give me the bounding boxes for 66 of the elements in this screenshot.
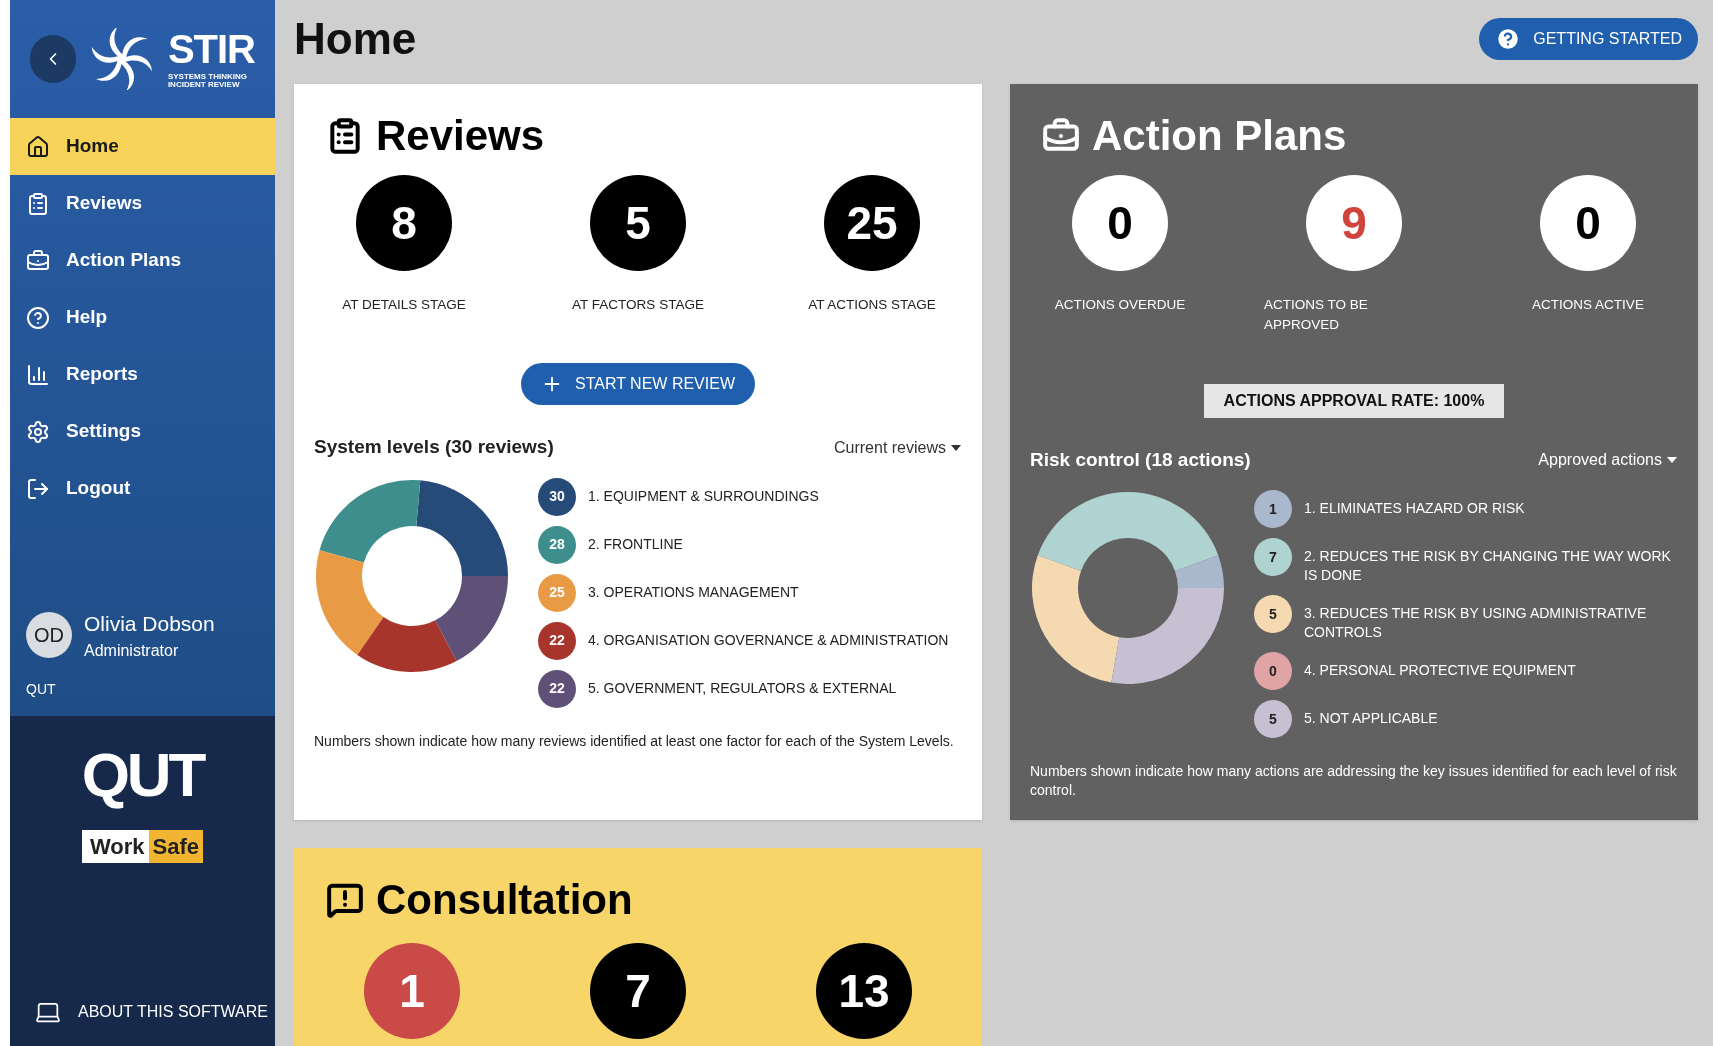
card-title: Reviews <box>376 111 545 161</box>
section-heading: System levels (30 reviews) <box>314 435 554 460</box>
legend-label: 4. ORGANISATION GOVERNANCE & ADMINISTRATION <box>588 630 949 650</box>
clipboard-icon <box>26 191 50 216</box>
user-avatar: OD <box>26 612 72 659</box>
worksafe-logo: Work Safe <box>81 830 204 863</box>
count-badge: 0 <box>1254 652 1292 690</box>
getting-started-button[interactable]: GETTING STARTED <box>1479 18 1698 60</box>
card-title: Action Plans <box>1092 111 1347 161</box>
nav-item[interactable]: Logout <box>10 460 275 517</box>
legend-label: 3. OPERATIONS MANAGEMENT <box>588 582 799 602</box>
legend-label: 5. GOVERNMENT, REGULATORS & EXTERNAL <box>588 678 897 698</box>
legend-label: 1. EQUIPMENT & SURROUNDINGS <box>588 486 819 506</box>
home-icon <box>26 134 50 159</box>
nav-item[interactable]: Help <box>10 289 275 346</box>
help-icon <box>26 305 50 330</box>
user-role: Administrator <box>84 641 180 661</box>
count-badge: 30 <box>538 477 576 516</box>
count-badge: 25 <box>538 573 576 612</box>
count-badge: 5 <box>1254 700 1292 738</box>
count-badge: 7 <box>1254 538 1292 576</box>
count-badge: 1 <box>1254 490 1292 528</box>
about-link[interactable]: ABOUT THIS SOFTWARE <box>10 998 292 1026</box>
logo-subtitle: SYSTEMS THINKING <box>167 73 248 81</box>
chart-note: Numbers shown indicate how many actions are addressing the key issues identified for each level of risk control. <box>1030 762 1678 800</box>
approval-rate-chip: ACTIONS APPROVAL RATE: 100% <box>1203 383 1505 418</box>
chart-note: Numbers shown indicate how many reviews identified at least one factor for each of the System Levels. <box>314 731 955 751</box>
nav-item[interactable]: Reviews <box>10 175 275 232</box>
legend-label: 4. PERSONAL PROTECTIVE EQUIPMENT <box>1304 661 1576 680</box>
legend-label: 2. FRONTLINE <box>588 534 683 554</box>
filter-dropdown[interactable]: Approved actions <box>1538 447 1678 472</box>
legend-label: 1. ELIMINATES HAZARD OR RISK <box>1304 499 1525 518</box>
section-heading: Risk control (18 actions) <box>1030 447 1251 472</box>
stat-label: ACTIONS ACTIVE <box>1532 296 1644 314</box>
logo-subtitle: INCIDENT REVIEW <box>167 81 241 89</box>
count-badge: 5 <box>1254 595 1292 633</box>
filter-dropdown[interactable]: Current reviews <box>833 435 962 460</box>
logout-icon <box>26 476 50 501</box>
swirl-logo-icon <box>92 28 152 90</box>
bar-chart-icon <box>26 362 50 387</box>
legend-label: 5. NOT APPLICABLE <box>1304 709 1438 728</box>
legend-label: 3. REDUCES THE RISK BY USING ADMINISTRATIVE CONTROLS <box>1304 604 1648 642</box>
caret-icon <box>1666 455 1678 464</box>
nav-item[interactable]: Home <box>10 118 275 175</box>
logo-wordmark: STIR <box>167 29 255 69</box>
collapse-button[interactable] <box>30 35 77 83</box>
nav-item[interactable]: Action Plans <box>10 232 275 289</box>
stat-label: ACTIONS OVERDUE <box>1054 296 1186 314</box>
stat-label: AT DETAILS STAGE <box>342 296 466 314</box>
nav-item[interactable]: Settings <box>10 403 275 460</box>
stat-label: AT ACTIONS STAGE <box>808 296 936 314</box>
settings-icon <box>26 419 50 444</box>
stat-label: AT FACTORS STAGE <box>572 296 704 314</box>
user-name: Olivia Dobson <box>84 610 215 637</box>
nav-item[interactable]: Reports <box>10 346 275 403</box>
count-badge: 28 <box>538 525 576 564</box>
stat-label: ACTIONS TO BE APPROVED <box>1264 296 1369 335</box>
card-title: Consultation <box>376 875 633 925</box>
organisation-label: QUT <box>26 680 57 699</box>
count-badge: 22 <box>538 621 576 660</box>
page-title: Home <box>294 13 417 65</box>
briefcase-icon <box>26 248 50 273</box>
count-badge: 22 <box>538 669 576 708</box>
caret-icon <box>950 443 962 452</box>
start-review-button[interactable]: START NEW REVIEW <box>521 363 755 406</box>
legend-label: 2. REDUCES THE RISK BY CHANGING THE WAY WORK IS DONE <box>1304 547 1672 585</box>
